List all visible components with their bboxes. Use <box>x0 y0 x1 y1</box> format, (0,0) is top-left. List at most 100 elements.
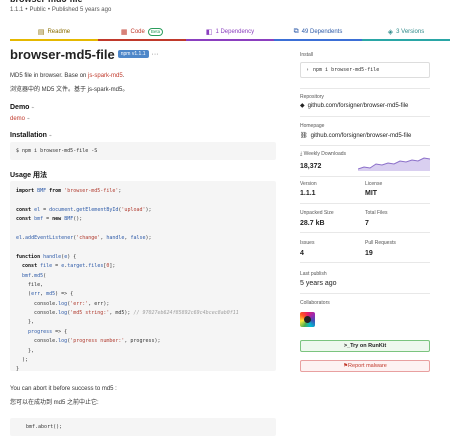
install-label: Install <box>300 52 314 58</box>
usage-code-block: import BMF from 'browser-md5-file'; cons… <box>10 181 276 373</box>
dependents-icon: ⧉ <box>293 27 299 35</box>
code-line: progress => { <box>28 328 68 335</box>
tab-label: 3 Versions <box>396 28 425 35</box>
code-line: function handle(e) { <box>16 253 77 260</box>
divider <box>300 293 430 294</box>
installation-heading: Installation ⌁ <box>10 132 52 139</box>
demo-link[interactable]: demo ⌁ <box>10 116 30 122</box>
beta-badge: Beta <box>147 27 164 36</box>
pull-requests-value[interactable]: 19 <box>365 250 373 257</box>
weekly-downloads-label: ⤓ Weekly Downloads <box>300 151 346 157</box>
more-icon[interactable]: ··· <box>152 51 159 58</box>
readme-content: browser-md5-file npm v1.1.1 ··· MD5 file… <box>10 46 278 436</box>
install-command-box[interactable]: › npm i browser-md5-file <box>300 62 430 78</box>
download-icon: ⤓ <box>300 151 303 157</box>
code-line: const bmf = new BMF(); <box>16 216 83 223</box>
version-label: Version <box>300 181 317 187</box>
demo-link-text: demo <box>10 116 26 122</box>
license-value: MIT <box>365 190 378 197</box>
code-line: (err, md5) => { <box>16 291 74 298</box>
readme-icon: ▤ <box>37 28 45 36</box>
sidebar-install-cmd: npm i browser-md5-file <box>313 67 380 73</box>
last-publish-label: Last publish <box>300 271 327 277</box>
installation-heading-text: Installation <box>10 132 47 139</box>
collaborator-avatar[interactable] <box>300 312 315 327</box>
git-icon: ◆ <box>300 103 305 109</box>
terminal-icon: › <box>306 67 310 73</box>
dependency-icon: ◧ <box>205 28 213 36</box>
issues-value[interactable]: 4 <box>300 250 304 257</box>
anchor-link-icon[interactable]: ⌁ <box>31 105 34 111</box>
report-malware-button[interactable]: ⚑Report malware <box>300 360 430 372</box>
tab-label: 1 Dependency <box>215 28 255 35</box>
code-line: const file = e.target.files[0]; <box>22 263 116 270</box>
tab-label: Code <box>130 28 145 35</box>
code-line: console.log('md5 string:', md5); // 9702… <box>16 310 239 317</box>
abort-description-en: You can abort it before success to md5 : <box>10 386 117 392</box>
code-line: el.addEventListener('change', handle, fa… <box>16 234 152 241</box>
divider <box>300 232 430 233</box>
repository-link[interactable]: ◆ github.com/forsigner/browser-md5-file <box>300 102 409 110</box>
code-line: ); <box>16 357 29 364</box>
version-value: 1.1.1 <box>300 190 316 197</box>
link-icon: ⛓ <box>300 133 308 139</box>
collaborators-label: Collaborators <box>300 300 330 306</box>
tab-versions[interactable]: ◈ 3 Versions <box>362 23 450 41</box>
license-label: License <box>365 181 383 187</box>
install-command: $ npm i browser-md5-file -S <box>16 148 98 154</box>
tab-dependencies[interactable]: ◧ 1 Dependency <box>186 23 274 41</box>
last-publish-value: 5 years ago <box>300 280 337 287</box>
try-runkit-button[interactable]: >_Try on RunKit <box>300 340 430 352</box>
tab-label: 49 Dependents <box>301 28 343 35</box>
readme-title: browser-md5-file <box>10 46 115 62</box>
code-line: } <box>16 366 20 373</box>
abort-code-block: bmf.abort(); <box>10 418 276 436</box>
usage-heading-text: Usage 用法 <box>10 172 47 179</box>
code-line: }, <box>16 347 35 354</box>
package-header: browser-md5-file 1.1.1•Public•Published … <box>10 0 464 16</box>
desc-cn-text: 浏览器中的 MD5 文件。基于 <box>10 87 88 93</box>
tab-readme[interactable]: ▤ Readme <box>10 23 98 41</box>
code-line: }, <box>16 319 35 326</box>
package-tabs: ▤ Readme ▦ Code Beta ◧ 1 Dependency ⧉ 49… <box>10 23 450 41</box>
spark-md5-link-cn[interactable]: js-spark-md5 <box>88 87 123 93</box>
divider <box>300 203 430 204</box>
tab-code[interactable]: ▦ Code Beta <box>98 23 186 41</box>
abort-description-cn: 您可以在成功到 md5 之前中止它: <box>10 400 99 406</box>
code-line: console.log('progress number:', progress… <box>16 338 161 345</box>
tab-label: Readme <box>47 28 71 35</box>
tab-dependents[interactable]: ⧉ 49 Dependents <box>274 23 362 41</box>
package-name-header: browser-md5-file <box>10 0 83 4</box>
anchor-link-icon[interactable]: ⌁ <box>27 116 30 122</box>
anchor-link-icon[interactable]: ⌁ <box>49 133 52 139</box>
divider <box>300 88 430 89</box>
published-time: Published 5 years ago <box>51 7 112 13</box>
unpacked-size-label: Unpacked Size <box>300 210 334 216</box>
repository-url: github.com/forsigner/browser-md5-file <box>307 102 409 109</box>
desc-text-end: . <box>122 73 125 79</box>
install-code-block: $ npm i browser-md5-file -S <box>10 142 276 160</box>
spark-md5-link[interactable]: js-spark-md5 <box>88 73 123 79</box>
code-line: bmf.md5( <box>22 272 47 279</box>
readme-title-row: browser-md5-file npm v1.1.1 ··· <box>10 46 278 62</box>
divider <box>300 116 430 117</box>
downloads-sparkline <box>358 157 430 171</box>
total-files-value: 7 <box>365 220 369 227</box>
versions-icon: ◈ <box>387 28 394 36</box>
desc-cn-text-end: 。 <box>122 87 129 93</box>
pull-requests-label: Pull Requests <box>365 240 396 246</box>
downloads-label-text: Weekly Downloads <box>303 151 347 157</box>
demo-heading: Demo ⌁ <box>10 104 34 111</box>
package-meta-line: 1.1.1 • Public • Published 5 years ago <box>10 7 112 13</box>
homepage-link[interactable]: ⛓ github.com/forsigner/browser-md5-file <box>300 132 412 140</box>
code-line: import BMF from 'browser-md5-file'; <box>16 188 122 194</box>
homepage-url: github.com/forsigner/browser-md5-file <box>310 132 412 139</box>
unpacked-size-value: 28.7 kB <box>300 220 325 227</box>
issues-label: Issues <box>300 240 315 246</box>
header-version: 1.1.1 <box>10 7 24 13</box>
homepage-label: Homepage <box>300 123 325 129</box>
npm-version-badge[interactable]: npm v1.1.1 <box>117 50 149 58</box>
